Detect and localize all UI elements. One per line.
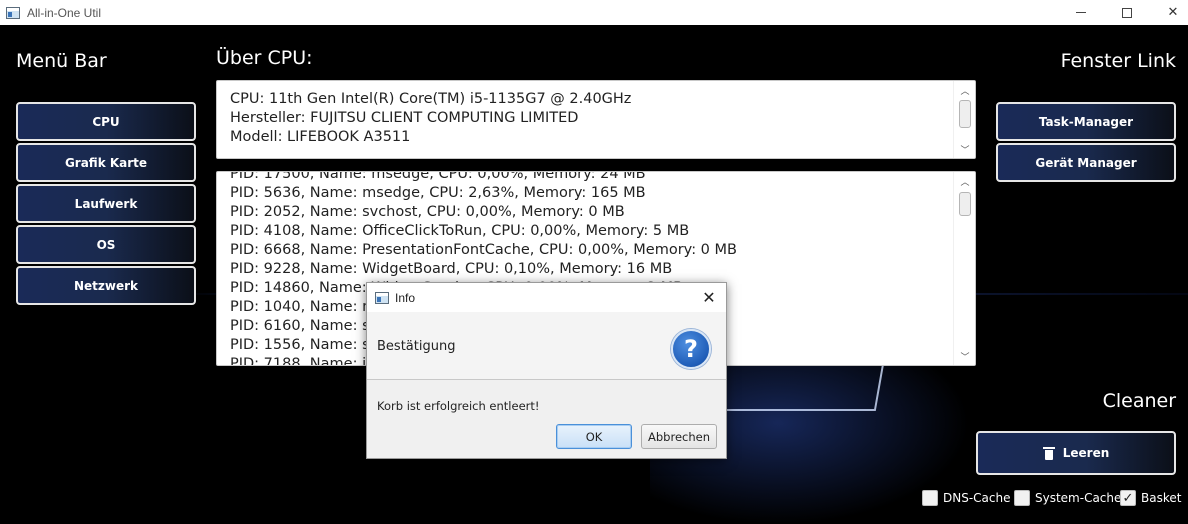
dialog-app-icon bbox=[375, 291, 389, 304]
minimize-button[interactable] bbox=[1058, 0, 1104, 25]
checkbox-label: System-Cache bbox=[1035, 491, 1122, 505]
dialog-title: Info bbox=[395, 290, 416, 305]
cpu-info-textarea[interactable]: CPU: 11th Gen Intel(R) Core(TM) i5-1135G… bbox=[216, 80, 976, 159]
info-dialog: Info ✕ Bestätigung ? Korb ist erfolgreic… bbox=[366, 282, 727, 459]
maximize-button[interactable] bbox=[1104, 0, 1150, 25]
task-manager-button[interactable]: Task-Manager bbox=[996, 102, 1176, 141]
process-line: PID: 2052, Name: svchost, CPU: 0,00%, Me… bbox=[230, 204, 625, 220]
menu-button-label: CPU bbox=[92, 114, 120, 129]
scroll-thumb[interactable] bbox=[959, 100, 971, 128]
minimize-icon bbox=[1076, 12, 1086, 13]
process-line: PID: 6668, Name: PresentationFontCache, … bbox=[230, 242, 737, 258]
dns-cache-checkbox[interactable]: DNS-Cache bbox=[922, 490, 1010, 506]
process-line: PID: 5636, Name: msedge, CPU: 2,63%, Mem… bbox=[230, 185, 646, 201]
scroll-down-arrow-icon[interactable]: ﹀ bbox=[954, 348, 975, 364]
checkbox-label: DNS-Cache bbox=[943, 491, 1011, 505]
maximize-icon bbox=[1122, 7, 1132, 18]
dialog-header: Bestätigung ? bbox=[367, 312, 726, 380]
info-line: Hersteller: FUJITSU CLIENT COMPUTING LIM… bbox=[230, 110, 579, 126]
leeren-button[interactable]: Leeren bbox=[976, 431, 1176, 475]
close-icon: ✕ bbox=[702, 288, 716, 307]
scroll-thumb[interactable] bbox=[959, 192, 971, 216]
cancel-button[interactable]: Abbrechen bbox=[641, 424, 717, 449]
scroll-up-arrow-icon[interactable]: ︿ bbox=[954, 82, 975, 98]
checkbox-box[interactable] bbox=[922, 490, 938, 506]
process-list-scrollbar[interactable]: ︿ ﹀ bbox=[953, 172, 975, 365]
dialog-title-bar: Info ✕ bbox=[367, 283, 726, 312]
scroll-up-arrow-icon[interactable]: ︿ bbox=[954, 173, 975, 189]
leeren-button-label: Leeren bbox=[1062, 446, 1110, 460]
window-title: All-in-One Util bbox=[27, 5, 102, 20]
menu-heading: Menü Bar bbox=[16, 50, 107, 72]
menu-button-label: Netzwerk bbox=[73, 278, 139, 293]
cpu-info-scrollbar[interactable]: ︿ ﹀ bbox=[953, 81, 975, 158]
menu-button-laufwerk[interactable]: Laufwerk bbox=[16, 184, 196, 223]
cleaner-heading: Cleaner bbox=[1102, 390, 1176, 412]
checkmark-icon: ✓ bbox=[1122, 490, 1134, 506]
process-line: PID: 4108, Name: OfficeClickToRun, CPU: … bbox=[230, 223, 690, 239]
close-icon: ✕ bbox=[1167, 5, 1179, 20]
info-line: CPU: 11th Gen Intel(R) Core(TM) i5-1135G… bbox=[230, 91, 632, 107]
menu-button-grafik-karte[interactable]: Grafik Karte bbox=[16, 143, 196, 182]
title-bar: All-in-One Util ✕ bbox=[0, 0, 1188, 25]
cpu-heading: Über CPU: bbox=[216, 47, 313, 69]
dialog-header-text: Bestätigung bbox=[377, 339, 456, 354]
checkbox-label: Basket bbox=[1141, 491, 1182, 505]
ok-button[interactable]: OK bbox=[556, 424, 632, 449]
app-icon bbox=[6, 6, 20, 19]
basket-checkbox[interactable]: ✓ Basket bbox=[1120, 490, 1181, 506]
menu-button-label: Laufwerk bbox=[74, 196, 138, 211]
link-button-label: Gerät Manager bbox=[1035, 155, 1137, 170]
question-icon: ? bbox=[671, 329, 711, 369]
cpu-info-text: CPU: 11th Gen Intel(R) Core(TM) i5-1135G… bbox=[230, 90, 951, 147]
dialog-message: Korb ist erfolgreich entleert! bbox=[377, 399, 540, 413]
geraet-manager-button[interactable]: Gerät Manager bbox=[996, 143, 1176, 182]
link-button-label: Task-Manager bbox=[1038, 114, 1134, 129]
process-line: PID: 17500, Name: msedge, CPU: 0,00%, Me… bbox=[230, 171, 646, 182]
info-line: Modell: LIFEBOOK A3511 bbox=[230, 129, 411, 145]
menu-button-os[interactable]: OS bbox=[16, 225, 196, 264]
fenster-heading: Fenster Link bbox=[1060, 50, 1176, 72]
menu-button-netzwerk[interactable]: Netzwerk bbox=[16, 266, 196, 305]
menu-button-label: Grafik Karte bbox=[64, 155, 148, 170]
background-frame bbox=[715, 363, 885, 411]
menu-button-label: OS bbox=[96, 237, 116, 252]
checkbox-box-checked[interactable]: ✓ bbox=[1120, 490, 1136, 506]
dialog-close-button[interactable]: ✕ bbox=[698, 287, 720, 308]
system-cache-checkbox[interactable]: System-Cache bbox=[1014, 490, 1121, 506]
checkbox-box[interactable] bbox=[1014, 490, 1030, 506]
close-button[interactable]: ✕ bbox=[1150, 0, 1188, 25]
scroll-down-arrow-icon[interactable]: ﹀ bbox=[954, 141, 975, 157]
menu-button-cpu[interactable]: CPU bbox=[16, 102, 196, 141]
process-line: PID: 9228, Name: WidgetBoard, CPU: 0,10%… bbox=[230, 261, 673, 277]
trash-icon bbox=[1042, 446, 1055, 460]
